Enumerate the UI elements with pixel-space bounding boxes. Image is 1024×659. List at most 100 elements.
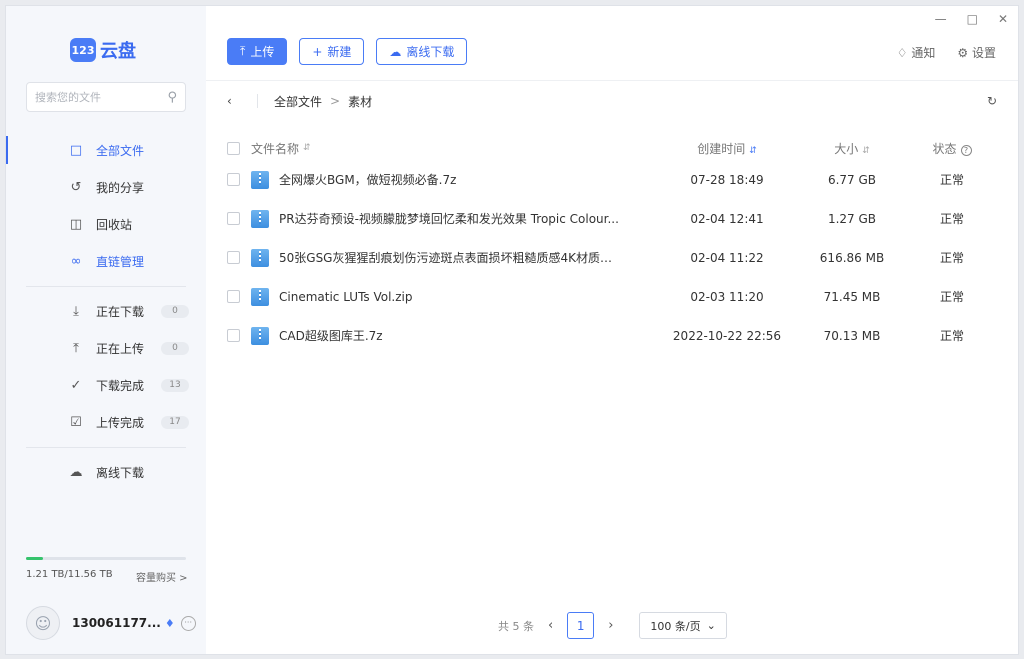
col-size[interactable]: 大小 ⇵	[797, 140, 907, 157]
offline-download-button[interactable]: ☁ 离线下载	[376, 38, 468, 65]
breadcrumb-separator: >	[330, 94, 341, 108]
maximize-icon[interactable]: □	[967, 12, 978, 26]
table-row[interactable]: Cinematic LUTs Vol.zip 02-03 11:20 71.45…	[227, 277, 997, 316]
col-status-label: 状态	[932, 141, 957, 156]
count-badge: 0	[161, 342, 189, 355]
sidebar-item-offline-download[interactable]: ☁ 离线下载	[6, 454, 206, 491]
username: 130061177...	[72, 616, 161, 630]
file-date: 07-28 18:49	[690, 172, 764, 187]
row-checkbox[interactable]	[227, 173, 240, 186]
window-controls: — □ ✕	[935, 12, 1008, 26]
file-name[interactable]: CAD超级图库王.7z	[279, 327, 383, 344]
col-name-label: 文件名称	[251, 141, 300, 156]
sidebar-item-label: 直链管理	[96, 255, 145, 269]
sidebar-item-label: 我的分享	[96, 181, 145, 195]
file-name-cell: 50张GSG灰猩猩刮痕划伤污迹斑点表面损坏粗糙质感4K材质纹...	[227, 248, 657, 267]
sidebar-item-download-complete[interactable]: ✓ 下载完成 13	[6, 367, 206, 404]
sort-icon[interactable]: ⇵	[862, 146, 870, 156]
search-input[interactable]	[35, 90, 155, 104]
zip-file-icon	[251, 248, 269, 267]
search-box[interactable]: ⚲	[26, 82, 186, 112]
page-number[interactable]: 1	[567, 612, 595, 639]
sidebar-item-label: 正在上传	[96, 342, 145, 356]
sort-icon[interactable]: ⇵	[303, 143, 311, 153]
table-row[interactable]: CAD超级图库王.7z 2022-10-22 22:56 70.13 MB 正常	[227, 316, 997, 355]
close-icon[interactable]: ✕	[998, 12, 1008, 26]
sidebar-nav: □ 全部文件 ↺ 我的分享 ◫ 回收站 ∞ 直链管理 ⤓ 正在下载 0 ⤒ 正在…	[6, 132, 206, 491]
sidebar-item-uploading[interactable]: ⤒ 正在上传 0	[6, 330, 206, 367]
bell-icon: ♢	[896, 46, 908, 60]
file-date: 2022-10-22 22:56	[672, 328, 782, 343]
zip-file-icon	[251, 287, 269, 306]
zip-file-icon	[251, 209, 269, 228]
user-profile[interactable]: ☺ 130061177... ♦ ···	[26, 606, 196, 640]
page-size-select[interactable]: 100 条/页 ⌄	[639, 612, 727, 639]
logo-text: 云盘	[100, 41, 136, 62]
table-row[interactable]: PR达芬奇预设-视频朦胧梦境回忆柔和发光效果 Tropic Colour... …	[227, 199, 997, 238]
cloud-download-icon: ☁	[389, 44, 402, 59]
share-icon: ↺	[70, 180, 82, 195]
col-name[interactable]: 文件名称 ⇵	[227, 140, 657, 157]
row-checkbox[interactable]	[227, 329, 240, 342]
prev-page-icon[interactable]: ‹	[548, 618, 553, 633]
file-name[interactable]: 全网爆火BGM，做短视频必备.7z	[279, 171, 456, 188]
download-icon: ⤓	[73, 304, 79, 319]
file-status: 正常	[939, 251, 964, 265]
upload-button-label: 上传	[250, 45, 275, 59]
file-name-cell: Cinematic LUTs Vol.zip	[227, 287, 657, 306]
search-icon[interactable]: ⚲	[167, 90, 177, 105]
notify-button[interactable]: ♢ 通知	[897, 44, 936, 61]
select-all-checkbox[interactable]	[227, 141, 240, 155]
sidebar-item-upload-complete[interactable]: ☑ 上传完成 17	[6, 404, 206, 441]
next-page-icon[interactable]: ›	[608, 618, 613, 633]
table-row[interactable]: 全网爆火BGM，做短视频必备.7z 07-28 18:49 6.77 GB 正常	[227, 160, 997, 199]
new-button[interactable]: + 新建	[299, 38, 365, 65]
chevron-down-icon: ⌄	[706, 619, 716, 632]
count-badge: 0	[161, 305, 189, 318]
offline-download-button-label: 离线下载	[406, 45, 455, 59]
refresh-icon[interactable]: ↻	[987, 94, 997, 108]
table-row[interactable]: 50张GSG灰猩猩刮痕划伤污迹斑点表面损坏粗糙质感4K材质纹... 02-04 …	[227, 238, 997, 277]
count-badge: 17	[161, 416, 189, 429]
main-panel: — □ ✕ ⤒ 上传 + 新建 ☁ 离线下载 ♢ 通知 ⚙ 设置 ‹ 全部文件 …	[206, 6, 1018, 654]
table-header: 文件名称 ⇵ 创建时间 ⇵ 大小 ⇵ 状态?	[227, 136, 997, 160]
sidebar-item-recycle-bin[interactable]: ◫ 回收站	[6, 206, 206, 243]
file-table: 文件名称 ⇵ 创建时间⇵ 大小⇵ 状态? 全网爆火BGM，做短视频必备.7z	[227, 136, 997, 355]
sidebar-item-my-share[interactable]: ↺ 我的分享	[6, 169, 206, 206]
buy-storage-link[interactable]: 容量购买 >	[136, 569, 188, 584]
sidebar-divider	[26, 286, 186, 287]
trash-icon: ◫	[69, 217, 83, 232]
sidebar-item-label: 回收站	[96, 218, 133, 232]
minimize-icon[interactable]: —	[935, 12, 947, 26]
file-name[interactable]: Cinematic LUTs Vol.zip	[279, 290, 413, 304]
help-icon[interactable]: ?	[960, 144, 972, 156]
more-icon[interactable]: ···	[180, 615, 196, 631]
check-circle-icon: ✓	[70, 378, 82, 393]
row-checkbox[interactable]	[227, 212, 240, 225]
new-button-label: 新建	[327, 45, 352, 59]
sidebar-item-label: 正在下载	[96, 305, 145, 319]
settings-button[interactable]: ⚙ 设置	[957, 44, 996, 61]
upload-button[interactable]: ⤒ 上传	[227, 38, 288, 65]
col-date[interactable]: 创建时间 ⇵	[657, 140, 797, 157]
breadcrumb-current: 素材	[348, 94, 373, 109]
avatar[interactable]: ☺	[26, 606, 60, 640]
row-checkbox[interactable]	[227, 251, 240, 264]
row-checkbox[interactable]	[227, 290, 240, 303]
total-count: 共 5 条	[498, 619, 534, 633]
back-icon[interactable]: ‹	[227, 94, 247, 108]
file-name[interactable]: 50张GSG灰猩猩刮痕划伤污迹斑点表面损坏粗糙质感4K材质纹...	[279, 249, 619, 266]
sidebar-item-all-files[interactable]: □ 全部文件	[6, 132, 206, 169]
file-size: 70.13 MB	[823, 328, 881, 343]
breadcrumb: ‹ 全部文件 > 素材 ↻	[227, 90, 997, 112]
file-status: 正常	[939, 329, 964, 343]
file-name-cell: PR达芬奇预设-视频朦胧梦境回忆柔和发光效果 Tropic Colour...	[227, 209, 657, 228]
sidebar-item-downloading[interactable]: ⤓ 正在下载 0	[6, 293, 206, 330]
logo-mark: 123	[70, 38, 96, 62]
breadcrumb-root[interactable]: 全部文件	[274, 93, 322, 110]
sidebar-item-direct-link[interactable]: ∞ 直链管理	[6, 243, 206, 280]
file-name[interactable]: PR达芬奇预设-视频朦胧梦境回忆柔和发光效果 Tropic Colour...	[279, 210, 619, 227]
app-window: 123 云盘 ⚲ □ 全部文件 ↺ 我的分享 ◫ 回收站 ∞ 直链管理	[5, 5, 1019, 655]
sort-icon[interactable]: ⇵	[749, 146, 757, 156]
sidebar: 123 云盘 ⚲ □ 全部文件 ↺ 我的分享 ◫ 回收站 ∞ 直链管理	[6, 6, 206, 654]
